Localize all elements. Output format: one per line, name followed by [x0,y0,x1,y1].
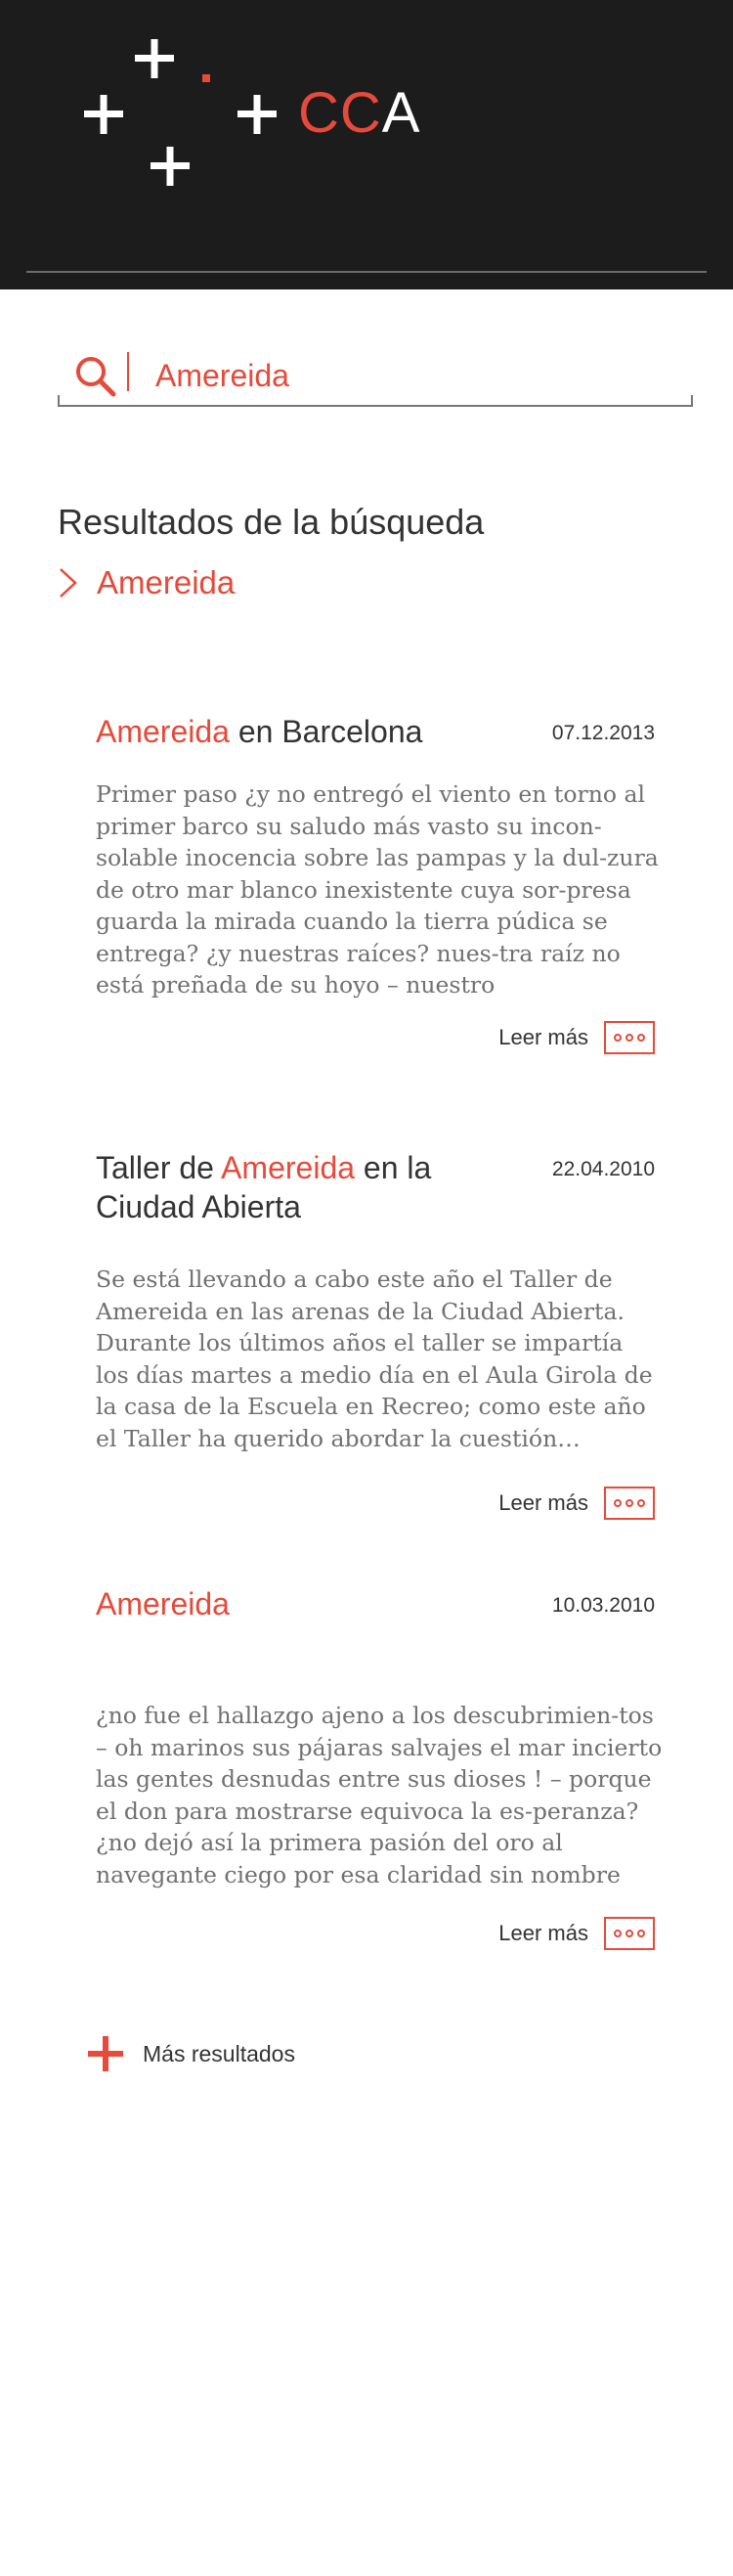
more-results-label: Más resultados [143,2040,295,2066]
result-excerpt: ¿no fue el hallazgo ajeno a los descubri… [96,1702,663,1888]
read-more-button[interactable]: Leer más [498,1487,655,1520]
more-dots-icon [604,1917,655,1950]
search-icon[interactable] [73,354,118,399]
read-more-button[interactable]: Leer más [498,1021,655,1054]
result-item: Amereida en Barcelona 07.12.2013 Primer … [96,712,659,1064]
logo-a: A [381,81,421,145]
results-heading: Resultados de la búsqueda [58,502,485,542]
more-dots-icon [604,1487,655,1520]
read-more-label: Leer más [498,1025,588,1049]
result-title-highlight: Amereida [96,714,230,749]
result-title[interactable]: Taller de Amereida en la Ciudad Abierta [96,1148,506,1226]
logo-cc: CC [298,81,382,145]
result-date: 22.04.2010 [551,1158,655,1180]
read-more-label: Leer más [498,1921,588,1945]
site-header: CCA [0,0,733,289]
result-title-highlight: Amereida [221,1150,356,1185]
result-date: 10.03.2010 [551,1594,655,1617]
result-title[interactable]: Amereida en Barcelona [96,712,506,751]
plus-icon [88,2036,123,2071]
result-date: 07.12.2013 [551,722,655,744]
result-item: Amereida 10.03.2010 ¿no fue el hallazgo … [96,1584,662,1985]
chevron-right-icon [60,568,77,598]
result-title[interactable]: Amereida [96,1584,506,1623]
search-query-link[interactable]: Amereida [58,559,235,606]
result-item: Taller de Amereida en la Ciudad Abierta … [96,1148,655,1539]
search-divider [127,352,129,391]
result-title-highlight: Amereida [96,1586,230,1621]
result-excerpt: Se está llevando a cabo este año el Tall… [96,1266,653,1452]
result-excerpt: Primer paso ¿y no entregó el viento en t… [96,780,659,999]
header-divider [26,271,707,273]
search-bar [58,344,693,407]
read-more-button[interactable]: Leer más [498,1917,655,1950]
cca-logo-text[interactable]: CCA [298,82,420,145]
more-results-button[interactable]: Más resultados [88,2036,295,2071]
result-title-text: en Barcelona [229,714,423,749]
more-dots-icon [604,1021,655,1054]
result-title-text: Taller de [96,1150,222,1185]
search-query-label: Amereida [97,564,236,600]
read-more-label: Leer más [498,1490,588,1515]
search-input[interactable] [155,352,683,399]
